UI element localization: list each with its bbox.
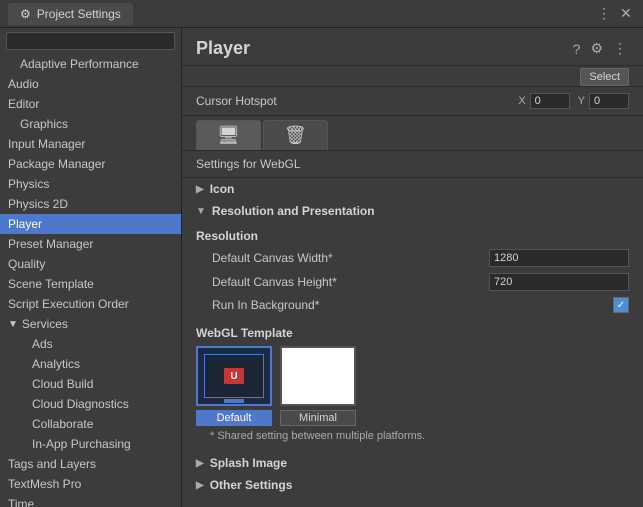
resolution-heading: Resolution	[196, 229, 629, 243]
template-item-default[interactable]: U Default	[196, 346, 272, 426]
services-arrow: ▼	[8, 319, 18, 330]
template-default-btn[interactable]: Default	[196, 410, 272, 426]
sidebar-item-textmesh-pro[interactable]: TextMesh Pro	[0, 474, 181, 494]
canvas-height-input[interactable]	[489, 273, 629, 291]
template-screen-frame: U	[204, 354, 264, 398]
splash-image-label: Splash Image	[210, 456, 287, 470]
cursor-hotspot-label: Cursor Hotspot	[196, 94, 510, 108]
search-input[interactable]	[6, 32, 175, 50]
sidebar-item-package-manager[interactable]: Package Manager	[0, 154, 181, 174]
sidebar-item-physics[interactable]: Physics	[0, 174, 181, 194]
desktop-icon: 🖥	[217, 125, 240, 145]
splash-image-section-header[interactable]: Splash Image	[182, 452, 643, 474]
sidebar-item-cloud-diagnostics[interactable]: Cloud Diagnostics	[0, 394, 181, 414]
y-coord-group: Y	[578, 93, 629, 109]
close-btn[interactable]: ✕	[617, 5, 635, 23]
icon-section-header[interactable]: Icon	[182, 178, 643, 200]
template-thumb-minimal	[280, 346, 356, 406]
platform-tab-webgl[interactable]: 🗑	[263, 120, 328, 150]
search-bar	[0, 28, 181, 54]
other-settings-label: Other Settings	[210, 478, 293, 492]
sidebar-item-script-execution-order[interactable]: Script Execution Order	[0, 294, 181, 314]
sidebar-item-analytics[interactable]: Analytics	[0, 354, 181, 374]
sidebar-item-ads[interactable]: Ads	[0, 334, 181, 354]
resolution-section-header[interactable]: Resolution and Presentation	[182, 200, 643, 222]
sidebar-item-graphics[interactable]: Graphics	[0, 114, 181, 134]
sidebar-item-adaptive-performance[interactable]: Adaptive Performance	[0, 54, 181, 74]
resolution-section-label: Resolution and Presentation	[212, 204, 375, 218]
resolution-heading-row: Resolution	[196, 226, 629, 246]
resolution-section-content: Resolution Default Canvas Width* Default…	[182, 222, 643, 320]
help-icon-btn[interactable]: ?	[571, 39, 583, 59]
header-icons: ? ⚙ ⋮	[571, 38, 629, 59]
x-input[interactable]	[530, 93, 570, 109]
splash-image-arrow	[196, 458, 204, 469]
canvas-height-label: Default Canvas Height*	[196, 275, 489, 289]
content-header: Player ? ⚙ ⋮	[182, 28, 643, 66]
sidebar: Adaptive Performance Audio Editor Graphi…	[0, 28, 182, 507]
settings-icon-btn[interactable]: ⚙	[588, 38, 605, 59]
canvas-height-row: Default Canvas Height*	[196, 270, 629, 294]
platform-tabs: 🖥 🗑	[182, 116, 643, 151]
overflow-icon-btn[interactable]: ⋮	[611, 38, 629, 59]
sidebar-item-collaborate[interactable]: Collaborate	[0, 414, 181, 434]
title-bar-tab[interactable]: ⚙ Project Settings	[8, 3, 133, 25]
select-button[interactable]: Select	[580, 68, 629, 86]
settings-icon: ⚙	[20, 7, 31, 21]
sidebar-item-audio[interactable]: Audio	[0, 74, 181, 94]
other-settings-arrow	[196, 480, 204, 491]
canvas-width-label: Default Canvas Width*	[196, 251, 489, 265]
sidebar-item-preset-manager[interactable]: Preset Manager	[0, 234, 181, 254]
page-title: Player	[196, 38, 571, 59]
sidebar-item-quality[interactable]: Quality	[0, 254, 181, 274]
canvas-width-input[interactable]	[489, 249, 629, 267]
icon-section-label: Icon	[210, 182, 235, 196]
menu-btn[interactable]: ⋮	[595, 5, 613, 23]
x-label: X	[518, 95, 525, 107]
icon-section-arrow	[196, 184, 204, 195]
resolution-section-arrow	[196, 206, 206, 217]
sidebar-item-tags-and-layers[interactable]: Tags and Layers	[0, 454, 181, 474]
sidebar-item-input-manager[interactable]: Input Manager	[0, 134, 181, 154]
sidebar-item-cloud-build[interactable]: Cloud Build	[0, 374, 181, 394]
canvas-width-row: Default Canvas Width*	[196, 246, 629, 270]
shared-note: * Shared setting between multiple platfo…	[196, 426, 629, 446]
other-settings-section-header[interactable]: Other Settings	[182, 474, 643, 496]
webgl-icon: 🗑	[284, 125, 307, 145]
title-bar-controls: ⋮ ✕	[595, 5, 635, 23]
sidebar-item-editor[interactable]: Editor	[0, 94, 181, 114]
template-minimal-btn[interactable]: Minimal	[280, 410, 356, 426]
sidebar-item-in-app-purchasing[interactable]: In-App Purchasing	[0, 434, 181, 454]
title-bar: ⚙ Project Settings ⋮ ✕	[0, 0, 643, 28]
run-in-background-row: Run In Background* ✓	[196, 294, 629, 316]
sidebar-item-scene-template[interactable]: Scene Template	[0, 274, 181, 294]
settings-for-label: Settings for WebGL	[182, 151, 643, 178]
y-input[interactable]	[589, 93, 629, 109]
sidebar-item-physics-2d[interactable]: Physics 2D	[0, 194, 181, 214]
webgl-template-label: WebGL Template	[196, 326, 629, 340]
x-coord-group: X	[518, 93, 569, 109]
cursor-hotspot-row: Cursor Hotspot X Y	[182, 87, 643, 116]
run-in-background-label: Run In Background*	[196, 298, 613, 312]
unity-logo-mini: U	[224, 368, 244, 384]
sidebar-group-services[interactable]: ▼ Services	[0, 314, 181, 334]
template-item-minimal[interactable]: Minimal	[280, 346, 356, 426]
template-items: U Default Minimal	[196, 346, 629, 426]
content-panel: Player ? ⚙ ⋮ Select Cursor Hotspot X Y	[182, 28, 643, 507]
platform-tab-desktop[interactable]: 🖥	[196, 120, 261, 150]
sidebar-item-player[interactable]: Player	[0, 214, 181, 234]
y-label: Y	[578, 95, 585, 107]
webgl-template-section: WebGL Template U Default Minimal	[182, 320, 643, 452]
main-container: Adaptive Performance Audio Editor Graphi…	[0, 28, 643, 507]
template-thumb-default: U	[196, 346, 272, 406]
sidebar-item-time[interactable]: Time	[0, 494, 181, 507]
title-bar-tab-label: Project Settings	[37, 7, 121, 21]
run-in-background-checkbox[interactable]: ✓	[613, 297, 629, 313]
